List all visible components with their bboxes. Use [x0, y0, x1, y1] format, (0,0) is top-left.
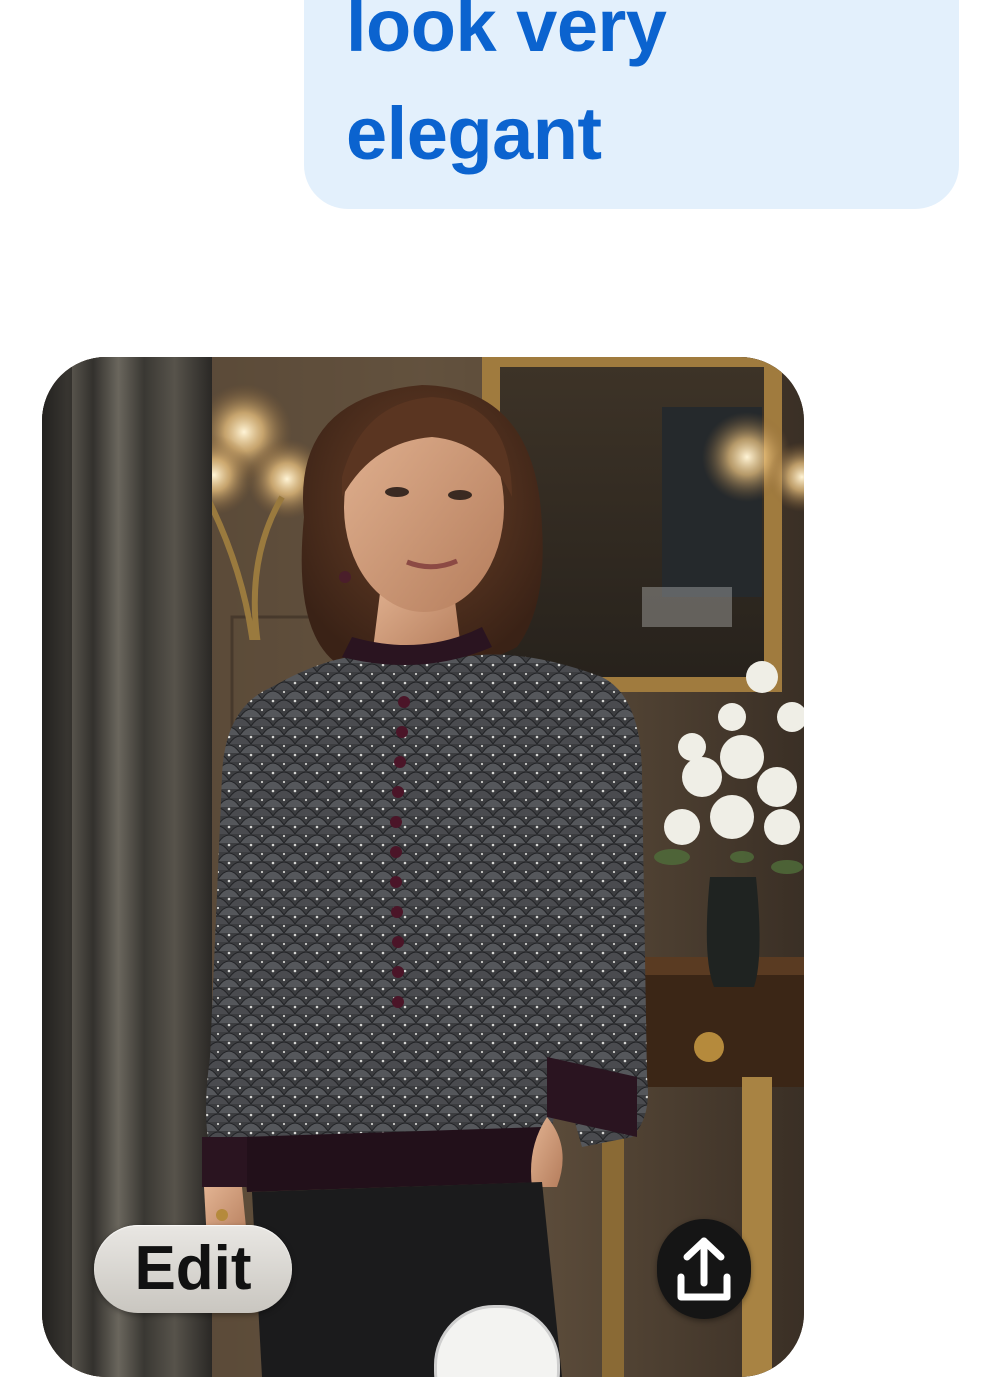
message-line-2: elegant — [346, 92, 602, 175]
share-button[interactable] — [657, 1219, 751, 1319]
share-icon — [677, 1237, 731, 1301]
generated-image-card[interactable]: Edit — [42, 357, 804, 1377]
message-line-1: look very — [346, 0, 667, 67]
message-text: look very elegant — [346, 0, 946, 188]
edit-button[interactable]: Edit — [94, 1225, 292, 1313]
message-bubble: look very elegant — [304, 0, 959, 209]
